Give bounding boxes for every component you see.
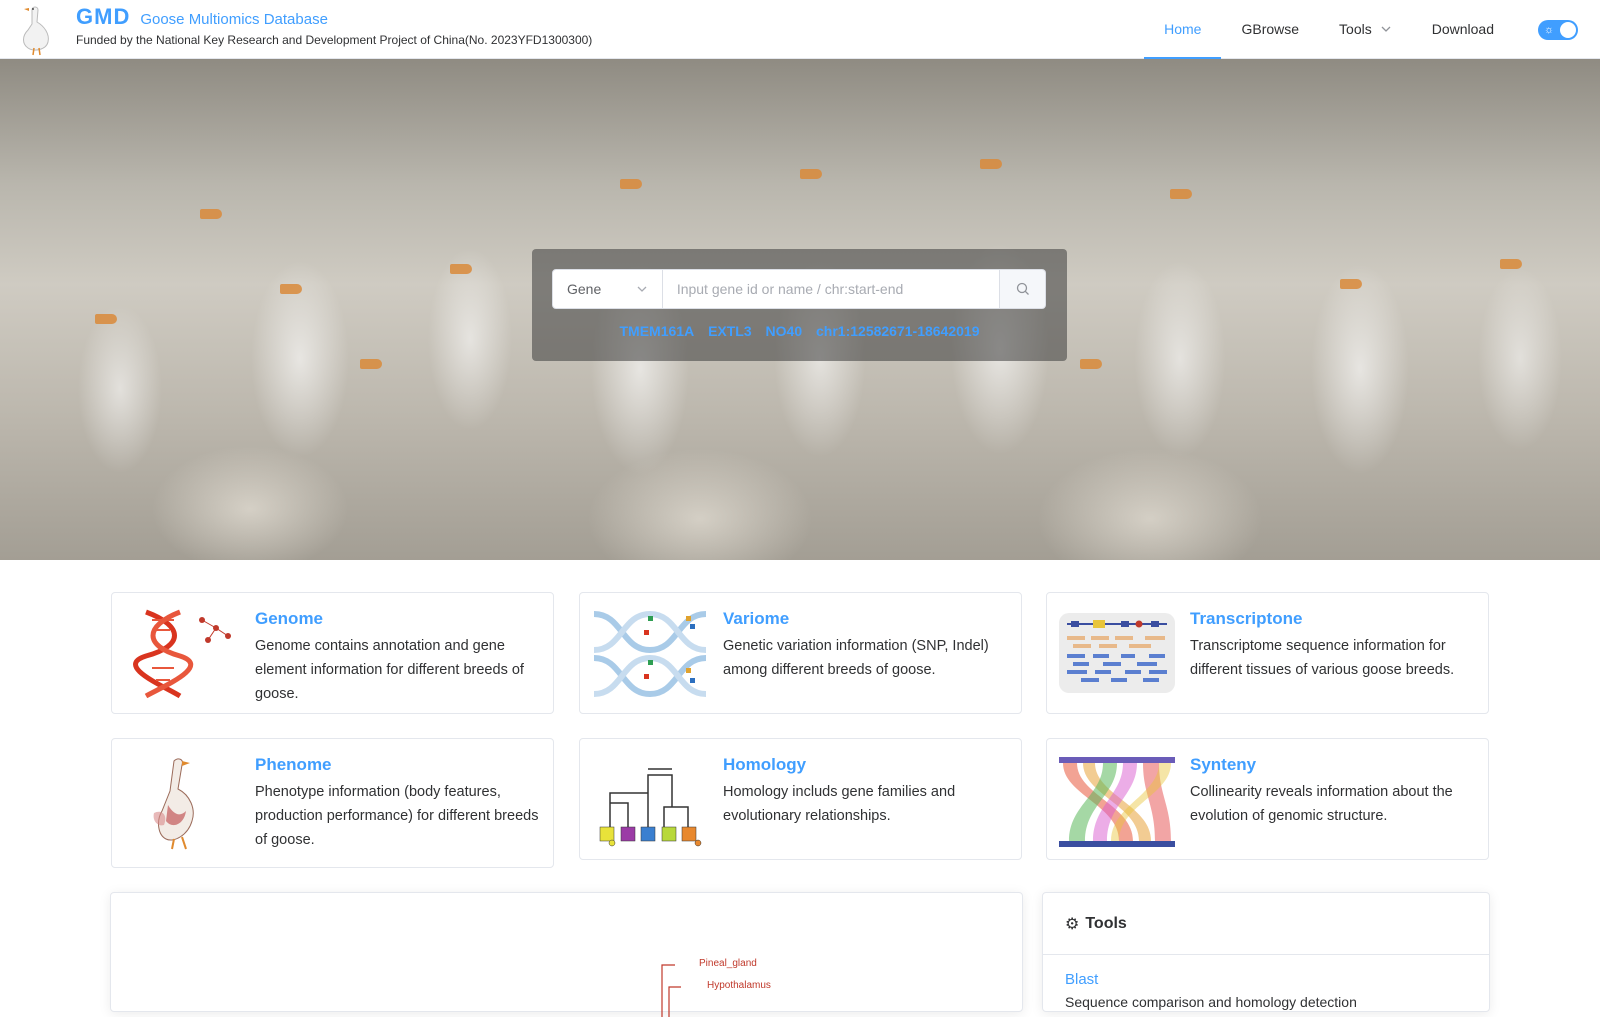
gear-icon: ⚙ [1065,915,1080,933]
card-title[interactable]: Synteny [1190,755,1256,775]
card-variome[interactable]: Variome Genetic variation information (S… [579,592,1022,714]
chevron-down-icon [1381,26,1391,32]
example-link[interactable]: NO40 [766,323,803,339]
example-link[interactable]: EXTL3 [708,323,752,339]
brand-short-name: GMD [76,4,131,29]
search-button[interactable] [1000,269,1046,309]
tools-panel-title: Tools [1085,914,1127,932]
goose-beak-decor [360,359,382,369]
goose-beak-decor [620,179,642,189]
search-row: Gene [552,269,1046,309]
tool-blast-link[interactable]: Blast [1065,971,1098,988]
synteny-ribbons-icon [1059,757,1175,847]
goose-beak-decor [95,314,117,324]
main-nav: Home GBrowse Tools Download ☼ [1144,0,1600,59]
goose-beak-decor [1080,359,1102,369]
search-type-value: Gene [567,281,602,297]
card-homology[interactable]: Homology Homology includs gene families … [579,738,1022,860]
card-title[interactable]: Phenome [255,755,332,775]
goose-beak-decor [800,169,822,179]
tissue-tree-branches [661,964,681,1017]
transcript-tracks-icon [1059,613,1175,693]
toggle-knob [1560,21,1576,38]
tools-panel-header: ⚙ Tools [1043,893,1489,955]
goose-beak-decor [200,209,222,219]
tools-panel: ⚙ Tools Blast Sequence comparison and ho… [1042,892,1490,1012]
sun-icon: ☼ [1544,23,1555,36]
goose-beak-decor [280,284,302,294]
card-desc: Collinearity reveals information about t… [1190,784,1453,824]
hero-banner: Gene TMEM161A EXTL3 NO40 chr1:12582671-1… [0,59,1600,560]
tool-blast-desc: Sequence comparison and homology detecti… [1065,994,1357,1010]
card-desc: Homology includs gene families and evolu… [723,784,956,824]
tissue-tree-panel: Pineal_gland Hypothalamus [110,892,1023,1017]
search-panel: Gene TMEM161A EXTL3 NO40 chr1:12582671-1… [532,249,1067,361]
card-phenome[interactable]: Phenome Phenotype information (body feat… [111,738,554,868]
card-title[interactable]: Homology [723,755,806,775]
goose-beak-decor [1340,279,1362,289]
nav-home-label: Home [1164,20,1202,37]
theme-toggle[interactable]: ☼ [1538,19,1578,40]
card-title[interactable]: Genome [255,609,323,629]
search-examples: TMEM161A EXTL3 NO40 chr1:12582671-186420… [532,323,1067,339]
chevron-down-icon [637,286,647,292]
nav-gbrowse-label: GBrowse [1241,20,1300,37]
nav-download[interactable]: Download [1412,0,1514,59]
example-link[interactable]: chr1:12582671-18642019 [816,323,979,339]
nav-home[interactable]: Home [1144,0,1222,59]
goose-beak-decor [1170,189,1192,199]
brand[interactable]: GMD Goose Multiomics Database [76,4,328,30]
search-icon [1016,282,1029,295]
card-transcriptome[interactable]: Transcriptone Transcriptome sequence inf… [1046,592,1489,714]
search-input[interactable] [662,269,1001,309]
card-title[interactable]: Variome [723,609,789,629]
nav-gbrowse[interactable]: GBrowse [1221,0,1319,59]
tree-label-hypothalamus: Hypothalamus [707,980,771,991]
goose-beak-decor [980,159,1002,169]
brand-full-name: Goose Multiomics Database [140,11,328,28]
card-genome[interactable]: Genome Genome contains annotation and ge… [111,592,554,714]
theme-toggle-wrap: ☼ [1514,0,1600,59]
card-desc: Transcriptome sequence information for d… [1190,638,1455,678]
phylogeny-tree-icon [599,768,702,847]
nav-tools[interactable]: Tools [1319,0,1412,59]
nav-tools-label: Tools [1339,20,1372,37]
funding-note: Funded by the National Key Research and … [76,33,593,47]
top-header: GMD Goose Multiomics Database Funded by … [0,0,1600,59]
nav-download-label: Download [1431,20,1494,37]
card-title[interactable]: Transcriptone [1190,609,1302,629]
goose-anatomy-icon [153,758,194,850]
goose-beak-decor [450,264,472,274]
variation-helix-icon [593,610,707,698]
card-synteny[interactable]: Synteny Collinearity reveals information… [1046,738,1489,860]
goose-logo-icon[interactable] [18,4,54,56]
dna-helix-icon [133,609,231,699]
card-desc: Genetic variation information (SNP, Inde… [723,638,989,678]
example-link[interactable]: TMEM161A [620,323,695,339]
card-desc: Genome contains annotation and gene elem… [255,638,524,702]
goose-beak-decor [1500,259,1522,269]
card-desc: Phenotype information (body features, pr… [255,784,539,848]
tree-label-pineal-gland: Pineal_gland [699,958,757,969]
search-type-select[interactable]: Gene [552,269,663,309]
